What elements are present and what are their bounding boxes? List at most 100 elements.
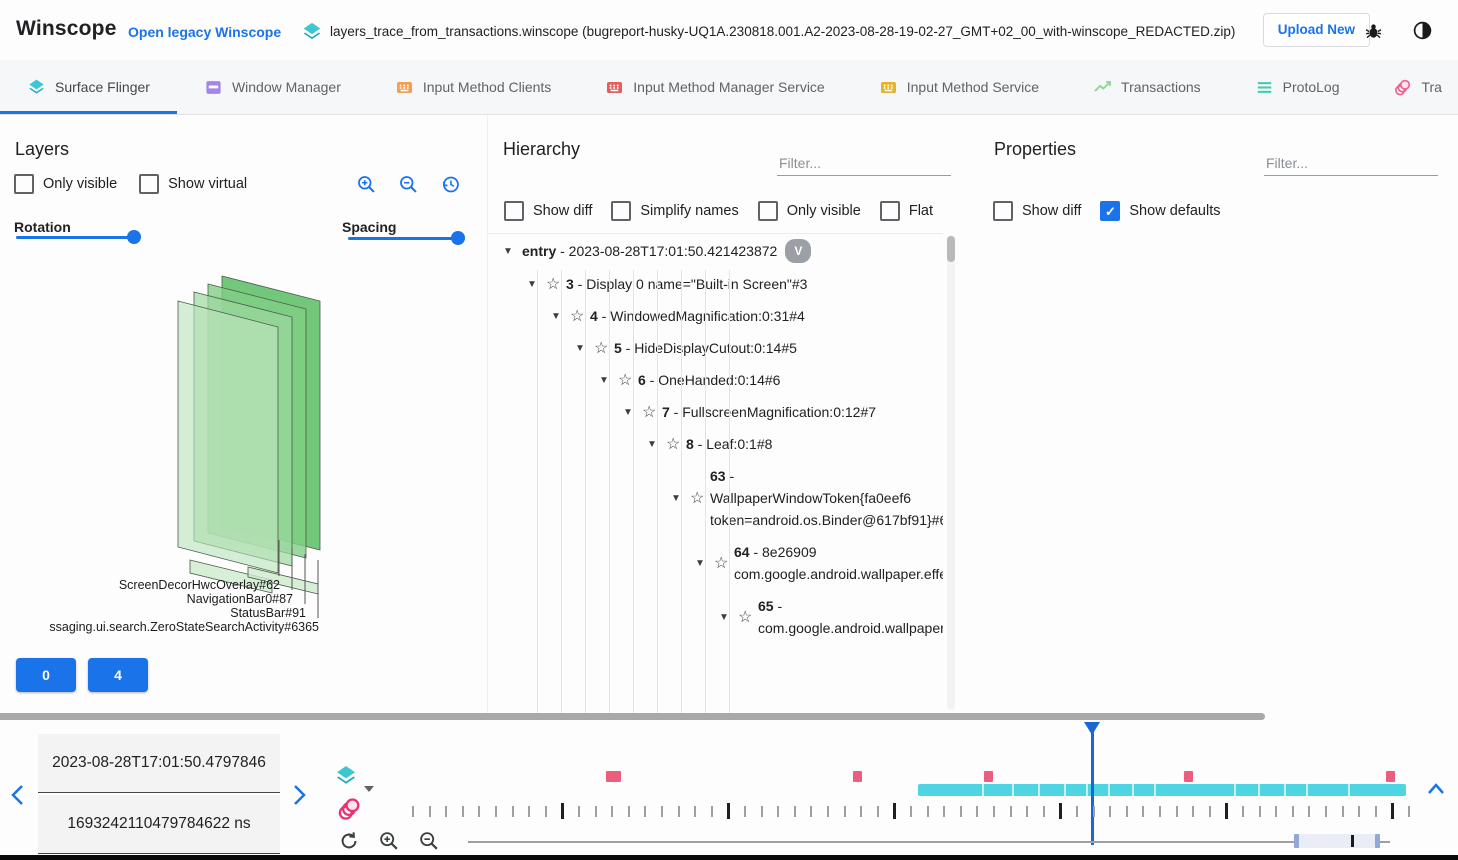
entry-gap [1348,784,1350,796]
ruler-tick [1093,806,1095,817]
ruler-tick [910,806,912,817]
tree-node[interactable]: ▼☆63 - WallpaperWindowToken{fa0eef6 toke… [488,460,943,536]
checkbox-show-diff[interactable]: Show diff [993,201,1081,221]
tab-input-method-service[interactable]: Input Method Service [852,60,1066,114]
ruler-tick [993,806,995,817]
transition-marker[interactable] [984,771,993,782]
zoom-range-thumb[interactable] [1297,834,1377,848]
tree-node[interactable]: ▼☆4 - WindowedMagnification:0:31#4 [488,300,943,332]
trace-selector-caret-icon[interactable] [364,786,374,792]
checkbox-box[interactable] [611,201,631,221]
timeline-zoom-out-icon[interactable] [418,830,440,857]
dark-mode-toggle-icon[interactable] [1412,20,1433,46]
ruler-tick [429,806,431,817]
checkbox-only-visible[interactable]: Only visible [758,201,861,221]
winscope-app: Winscope Open legacy Winscope layers_tra… [0,0,1458,860]
surface-flinger-entries-bar[interactable] [918,784,1406,796]
tree-indent-guide [633,270,634,713]
open-legacy-winscope-link[interactable]: Open legacy Winscope [128,24,281,40]
checkbox-simplify-names[interactable]: Simplify names [611,201,738,221]
properties-filter-input[interactable] [1264,151,1438,176]
checkbox-box[interactable] [993,201,1013,221]
upload-new-button[interactable]: Upload New [1263,13,1370,47]
tab-input-method-manager-service[interactable]: Input Method Manager Service [578,60,851,114]
timestamp-human-field[interactable]: 2023-08-28T17:01:50.4797846 [38,734,280,793]
tree-node[interactable]: ▼☆3 - Display 0 name="Built-in Screen"#3 [488,268,943,300]
pin-star-icon[interactable]: ☆ [642,402,662,422]
timeline-cursor-handle[interactable] [1084,722,1100,735]
ruler-tick [727,803,730,819]
collapse-timeline-icon[interactable] [1424,778,1448,800]
zoom-range-right-handle[interactable] [1375,834,1380,848]
checkbox-box[interactable] [504,201,524,221]
pin-star-icon[interactable]: ☆ [690,488,710,508]
ruler-tick [694,806,696,817]
properties-checkbox-row: Show diff ✓Show defaults [993,201,1220,221]
horizontal-scrollbar[interactable] [0,713,1265,720]
entry-gap [1064,784,1066,796]
transition-marker[interactable] [853,771,862,782]
tree-node[interactable]: ▼☆5 - HideDisplayCutout:0:14#5 [488,332,943,364]
transition-marker[interactable] [1184,771,1193,782]
ruler-tick [1126,806,1128,817]
pin-star-icon[interactable]: ☆ [546,274,566,294]
expander-icon[interactable]: ▼ [500,246,516,257]
pin-star-icon[interactable]: ☆ [714,553,734,573]
checkbox-show-defaults[interactable]: ✓Show defaults [1100,201,1220,221]
pin-star-icon[interactable]: ☆ [738,607,758,627]
timeline-cursor[interactable] [1091,723,1094,845]
pin-star-icon[interactable]: ☆ [666,434,686,454]
tree-node[interactable]: ▼☆6 - OneHanded:0:14#6 [488,364,943,396]
ruler-tick [1342,806,1344,817]
entry-gap [1306,784,1308,796]
bug-report-icon[interactable] [1363,21,1384,47]
tab-surface-flinger[interactable]: Surface Flinger [0,60,177,114]
ruler-tick [1059,803,1062,819]
checkbox-show-diff[interactable]: Show diff [504,201,592,221]
hierarchy-filter-input[interactable] [777,151,951,176]
hierarchy-scrollbar[interactable] [947,235,955,710]
transition-marker[interactable] [1386,771,1395,782]
prev-entry-icon[interactable] [8,782,30,808]
node-label: 3 - Display 0 name="Built-in Screen"#3 [566,273,807,295]
transition-trace-icon[interactable] [336,796,362,827]
pin-star-icon[interactable]: ☆ [570,306,590,326]
tree-node[interactable]: ▼entry - 2023-08-28T17:01:50.421423872V [488,234,943,268]
transition-marker[interactable] [606,771,621,782]
checkbox-box[interactable]: ✓ [1100,201,1120,221]
zoom-range-track[interactable] [468,841,1390,843]
next-entry-icon[interactable] [288,782,310,808]
ruler-tick [1192,806,1194,817]
pin-star-icon[interactable]: ☆ [618,370,638,390]
timeline-zoom-in-icon[interactable] [378,830,400,857]
tree-node[interactable]: ▼☆65 - com.google.android.wallpaper.effe… [488,590,943,644]
tree-node[interactable]: ▼☆64 - 8e26909 com.google.android.wallpa… [488,536,943,590]
checkbox-box[interactable] [880,201,900,221]
tab-input-method-clients[interactable]: Input Method Clients [368,60,578,114]
hierarchy-tree: ▼entry - 2023-08-28T17:01:50.421423872V▼… [488,233,943,713]
trending-icon [1093,78,1112,97]
zoom-range-left-handle[interactable] [1294,834,1299,848]
properties-panel-title: Properties [994,139,1076,160]
ruler-tick [445,806,447,817]
tree-node[interactable]: ▼☆7 - FullscreenMagnification:0:12#7 [488,396,943,428]
hierarchy-checkbox-row: Show diff Simplify names Only visible Flat [504,201,933,221]
tree-node[interactable]: ▼☆8 - Leaf:0:1#8 [488,428,943,460]
timestamp-ns-field[interactable]: 1693242110479784622 ns [38,795,280,854]
tab-tra[interactable]: Tra [1366,60,1458,114]
pin-star-icon[interactable]: ☆ [594,338,614,358]
checkbox-box[interactable] [758,201,778,221]
tab-window-manager[interactable]: Window Manager [177,60,368,114]
display-0-button[interactable]: 0 [16,658,76,692]
display-4-button[interactable]: 4 [88,658,148,692]
tab-transactions[interactable]: Transactions [1066,60,1228,114]
reset-zoom-icon[interactable] [338,830,360,857]
layer-rect[interactable] [178,301,278,573]
ruler-tick [1358,806,1360,817]
trace-tabbar: Surface FlingerWindow ManagerInput Metho… [0,60,1458,115]
tab-protolog[interactable]: ProtoLog [1228,60,1367,114]
surface-flinger-trace-icon[interactable] [334,764,358,793]
scrollbar-thumb[interactable] [947,236,955,262]
checkbox-flat[interactable]: Flat [880,201,933,221]
entry-gap [1108,784,1110,796]
